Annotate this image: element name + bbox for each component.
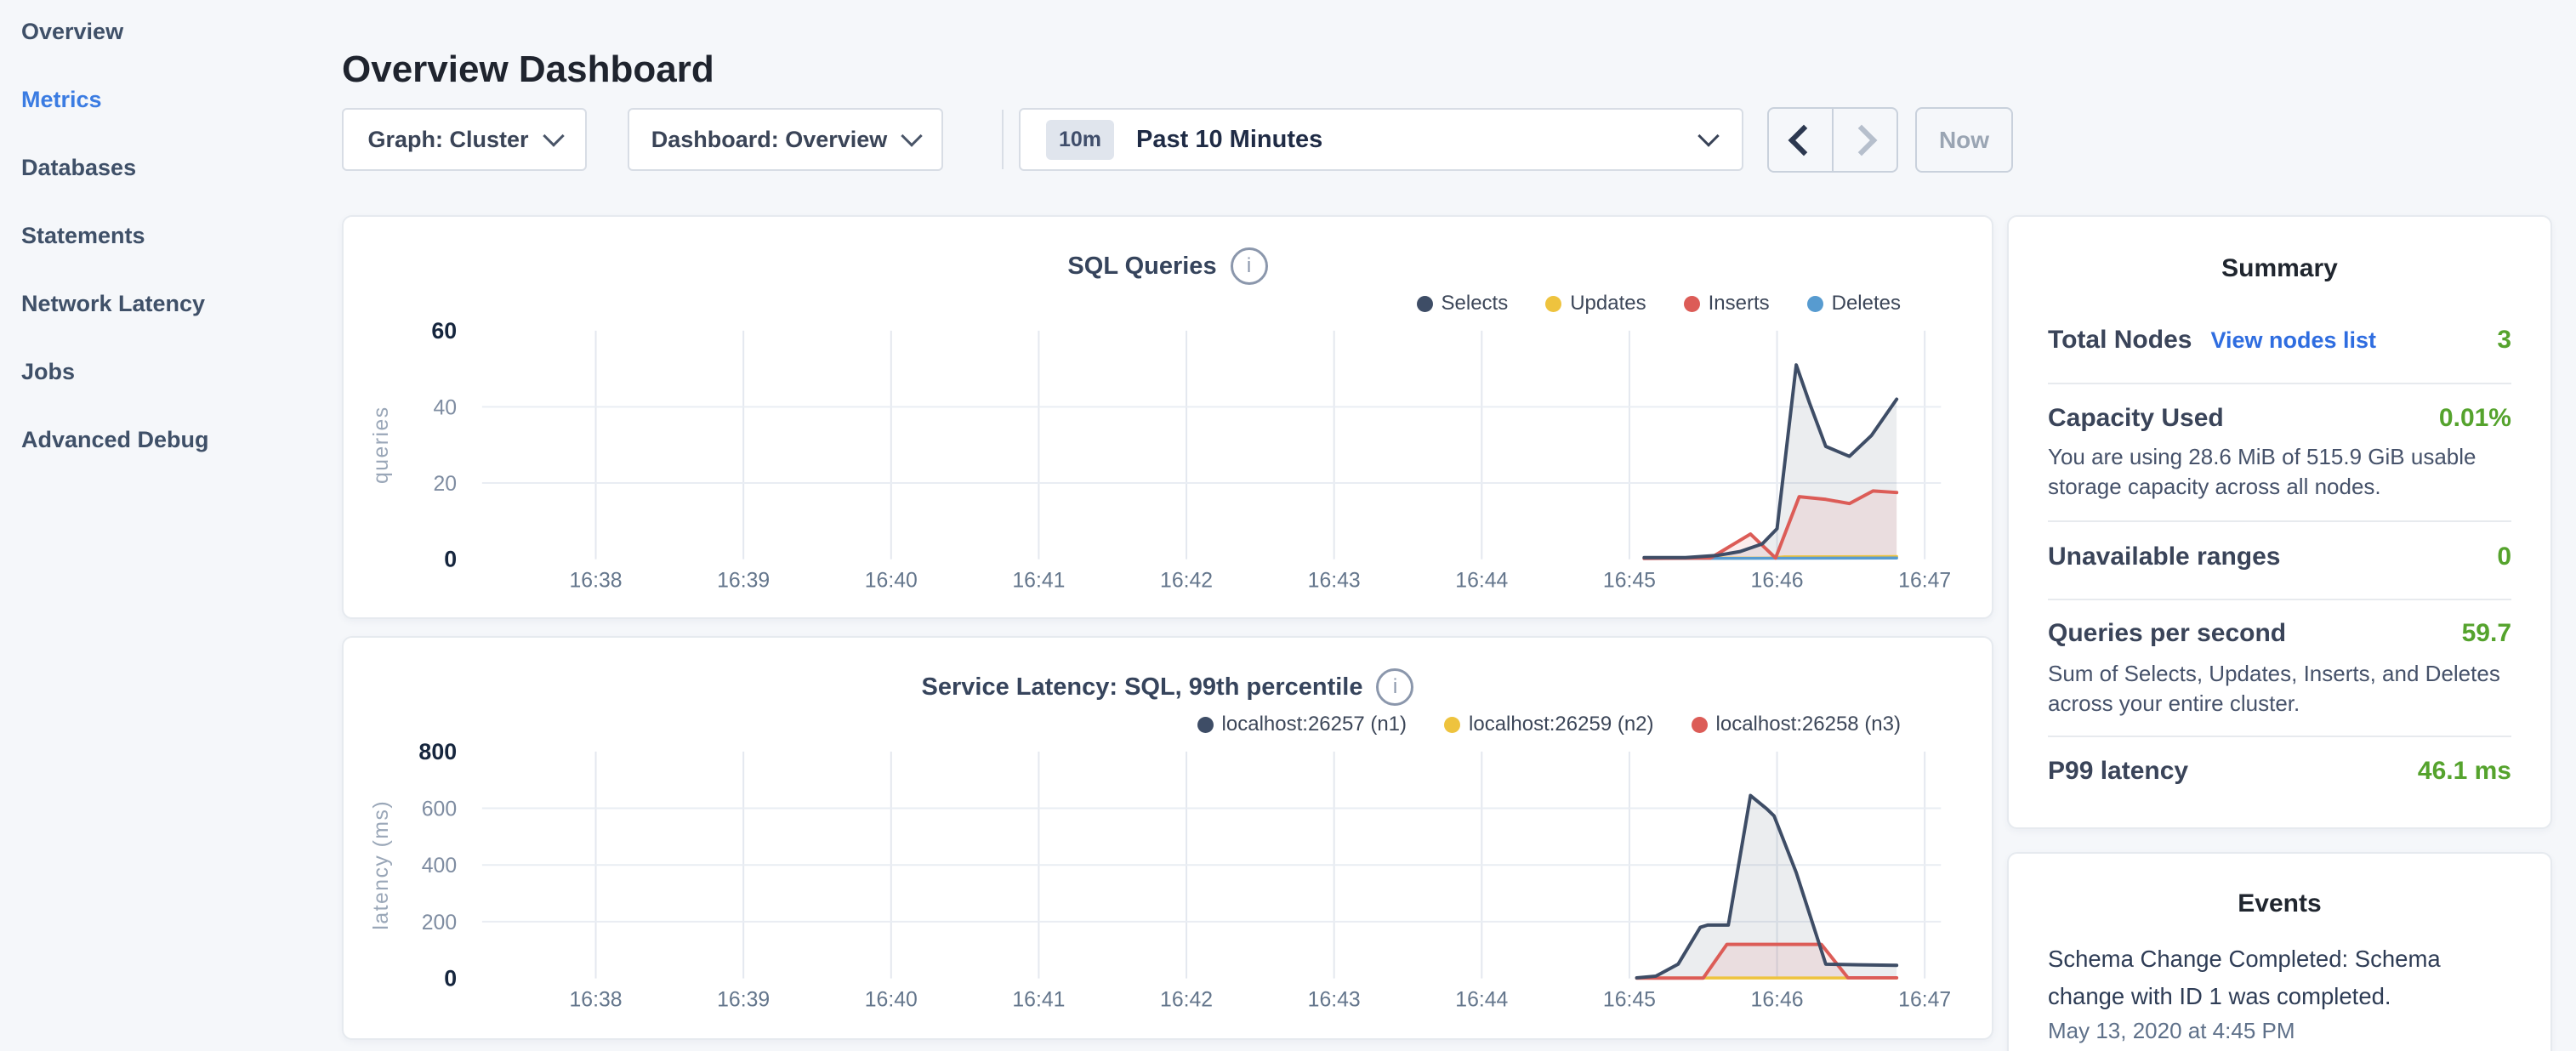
svg-text:16:42: 16:42 [1160, 569, 1213, 592]
svg-text:16:45: 16:45 [1603, 569, 1656, 592]
svg-text:16:38: 16:38 [570, 569, 623, 592]
svg-text:0: 0 [444, 966, 457, 991]
divider [2048, 736, 2511, 737]
svg-text:16:42: 16:42 [1160, 988, 1213, 1011]
summary-row-capacity: Capacity Used 0.01% [2048, 404, 2511, 433]
time-range-badge: 10m [1046, 120, 1114, 160]
svg-text:16:44: 16:44 [1455, 569, 1508, 592]
time-back-button[interactable] [1769, 109, 1834, 171]
events-panel: Events Schema Change Completed: Schema c… [2007, 852, 2552, 1051]
svg-text:queries: queries [370, 406, 393, 484]
summary-inner: Summary Total Nodes View nodes list 3 Ca… [2009, 217, 2550, 827]
queries-per-second-label: Queries per second [2048, 619, 2286, 648]
svg-text:16:43: 16:43 [1308, 569, 1361, 592]
chevron-down-icon [543, 125, 564, 146]
service-latency-chart[interactable]: 16:38 16:39 16:40 16:41 16:42 16:43 16:44 16:45… [344, 638, 1992, 1038]
sidebar-item-network-latency[interactable]: Network Latency [21, 270, 310, 338]
svg-text:200: 200 [422, 912, 457, 935]
time-forward-button[interactable] [1834, 109, 1896, 171]
view-nodes-list-link[interactable]: View nodes list [2210, 327, 2376, 354]
svg-text:16:40: 16:40 [865, 569, 918, 592]
capacity-used-description: You are using 28.6 MiB of 515.9 GiB usab… [2048, 442, 2511, 502]
svg-text:40: 40 [434, 396, 458, 419]
events-title: Events [2009, 889, 2550, 918]
sidebar-item-overview[interactable]: Overview [21, 0, 310, 65]
chevron-down-icon [901, 125, 923, 146]
page: OverviewMetricsDatabasesStatementsNetwor… [0, 0, 2576, 1051]
svg-text:16:46: 16:46 [1751, 988, 1804, 1011]
svg-text:16:38: 16:38 [570, 988, 623, 1011]
total-nodes-value: 3 [2497, 326, 2511, 355]
unavailable-ranges-label: Unavailable ranges [2048, 543, 2280, 571]
graph-dropdown[interactable]: Graph: Cluster [342, 108, 587, 171]
sidebar-list: OverviewMetricsDatabasesStatementsNetwor… [21, 0, 310, 474]
svg-text:600: 600 [422, 798, 457, 821]
svg-text:16:40: 16:40 [865, 988, 918, 1011]
chevron-right-icon [1846, 124, 1878, 156]
event-item-timestamp: May 13, 2020 at 4:45 PM [2048, 1018, 2511, 1044]
svg-text:16:41: 16:41 [1012, 569, 1065, 592]
svg-text:800: 800 [418, 739, 457, 764]
summary-row-total-nodes: Total Nodes View nodes list 3 [2048, 326, 2511, 355]
svg-text:20: 20 [434, 473, 458, 496]
controls-divider [1002, 110, 1004, 169]
now-button-label: Now [1939, 127, 1989, 154]
sidebar-item-databases[interactable]: Databases [21, 134, 310, 202]
time-range-label: Past 10 Minutes [1136, 126, 1701, 154]
sql-queries-chart[interactable]: 16:38 16:39 16:40 16:41 16:42 16:43 16:44 16:45… [344, 217, 1992, 617]
svg-text:16:44: 16:44 [1455, 988, 1508, 1011]
sidebar-item-metrics[interactable]: Metrics [21, 65, 310, 134]
summary-row-qps: Queries per second 59.7 [2048, 619, 2511, 648]
total-nodes-label: Total Nodes [2048, 326, 2192, 355]
svg-text:latency (ms): latency (ms) [370, 800, 393, 930]
sidebar-item-jobs[interactable]: Jobs [21, 338, 310, 406]
sidebar-item-advanced-debug[interactable]: Advanced Debug [21, 406, 310, 474]
dashboard-dropdown[interactable]: Dashboard: Overview [628, 108, 943, 171]
summary-row-unavailable: Unavailable ranges 0 [2048, 543, 2511, 571]
svg-text:16:41: 16:41 [1012, 988, 1065, 1011]
divider [2048, 383, 2511, 384]
sidebar-item-statements[interactable]: Statements [21, 202, 310, 270]
queries-per-second-description: Sum of Selects, Updates, Inserts, and De… [2048, 659, 2511, 719]
svg-text:16:45: 16:45 [1603, 988, 1656, 1011]
graph-dropdown-label: Graph: Cluster [367, 127, 528, 153]
svg-text:16:43: 16:43 [1308, 988, 1361, 1011]
page-title: Overview Dashboard [342, 48, 714, 91]
divider [2048, 599, 2511, 600]
service-latency-panel: Service Latency: SQL, 99th percentile i … [342, 636, 1993, 1040]
capacity-used-value: 0.01% [2439, 404, 2511, 433]
capacity-used-label: Capacity Used [2048, 404, 2224, 433]
summary-title: Summary [2009, 254, 2550, 283]
chevron-down-icon [1697, 125, 1719, 146]
dashboard-dropdown-label: Dashboard: Overview [651, 127, 888, 153]
chevron-left-icon [1788, 124, 1820, 156]
time-step-buttons [1767, 107, 1898, 173]
svg-text:16:39: 16:39 [717, 988, 770, 1011]
svg-text:400: 400 [422, 855, 457, 878]
p99-latency-label: P99 latency [2048, 757, 2188, 786]
svg-text:16:39: 16:39 [717, 569, 770, 592]
now-button[interactable]: Now [1915, 107, 2013, 173]
divider [2048, 520, 2511, 522]
svg-text:60: 60 [431, 318, 457, 344]
summary-panel: Summary Total Nodes View nodes list 3 Ca… [2007, 215, 2552, 829]
svg-text:0: 0 [444, 547, 457, 572]
p99-latency-value: 46.1 ms [2418, 757, 2511, 786]
unavailable-ranges-value: 0 [2497, 543, 2511, 571]
svg-text:16:47: 16:47 [1898, 569, 1951, 592]
svg-text:16:47: 16:47 [1898, 988, 1951, 1011]
time-range-selector[interactable]: 10m Past 10 Minutes [1019, 108, 1743, 171]
svg-text:16:46: 16:46 [1751, 569, 1804, 592]
event-item-text[interactable]: Schema Change Completed: Schema change w… [2048, 940, 2511, 1015]
sidebar: OverviewMetricsDatabasesStatementsNetwor… [21, 0, 310, 474]
summary-row-p99: P99 latency 46.1 ms [2048, 757, 2511, 786]
sql-queries-panel: SQL Queries i SelectsUpdatesInsertsDelet… [342, 215, 1993, 619]
queries-per-second-value: 59.7 [2462, 619, 2511, 648]
